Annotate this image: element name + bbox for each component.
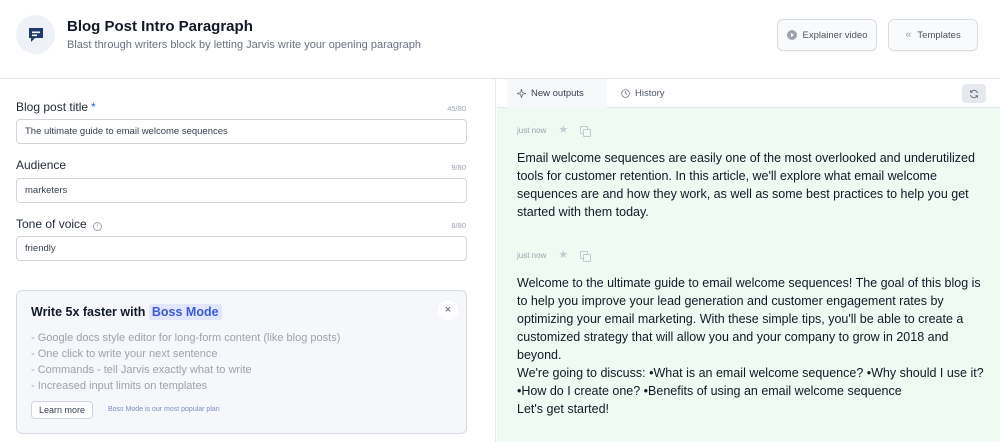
list-item: - One click to write your next sentence — [31, 348, 218, 360]
learn-more-button[interactable]: Learn more — [31, 401, 94, 419]
audience-input[interactable]: marketers — [16, 178, 467, 203]
info-icon[interactable]: i — [92, 222, 102, 231]
play-icon — [786, 30, 797, 40]
star-icon[interactable]: ★ — [558, 125, 568, 136]
explainer-video-button[interactable]: Explainer video — [777, 19, 877, 51]
required-mark: * — [91, 100, 96, 114]
page-subtitle: Blast through writers block by letting J… — [67, 39, 422, 51]
list-item: - Increased input limits on templates — [31, 380, 208, 392]
output-panel: New outputs History just now ★ Email wel… — [497, 79, 1000, 442]
refresh-button[interactable] — [962, 84, 986, 103]
explainer-video-label: Explainer video — [802, 29, 868, 41]
templates-button[interactable]: « Templates — [888, 19, 978, 51]
blog-title-counter: 45/80 — [447, 104, 466, 113]
boss-mode-promo: Write 5x faster with Boss Mode × - Googl… — [16, 290, 467, 434]
blog-title-input[interactable]: The ultimate guide to email welcome sequ… — [16, 119, 467, 144]
output-text: Welcome to the ultimate guide to email w… — [517, 276, 984, 416]
copy-icon[interactable] — [580, 251, 592, 262]
chat-bubble-icon — [16, 15, 55, 54]
blog-title-label: Blog post title * — [16, 100, 96, 114]
tone-label: Tone of voice i — [16, 217, 102, 231]
list-item: - Google docs style editor for long-form… — [31, 332, 341, 344]
boss-mode-highlight: Boss Mode — [148, 304, 222, 320]
output-timestamp: just now — [517, 126, 547, 135]
star-icon[interactable]: ★ — [558, 250, 568, 261]
list-item: - Commands - tell Jarvis exactly what to… — [31, 364, 252, 376]
clock-icon — [621, 89, 630, 98]
output-text: Email welcome sequences are easily one o… — [517, 151, 975, 219]
input-panel: Blog post title * 45/80 The ultimate guid… — [0, 79, 496, 442]
output-tabs: New outputs History — [497, 79, 1000, 108]
tone-input[interactable]: friendly — [16, 236, 467, 261]
templates-label: Templates — [917, 29, 961, 41]
boss-mode-note: Boss Mode is our most popular plan — [108, 406, 220, 413]
boss-mode-features: - Google docs style editor for long-form… — [31, 330, 340, 394]
chevrons-left-icon: « — [905, 28, 912, 41]
page-header: Blog Post Intro Paragraph Blast through … — [0, 0, 1000, 79]
tab-new-outputs[interactable]: New outputs — [507, 79, 607, 108]
audience-label: Audience — [16, 158, 67, 172]
tab-new-outputs-label: New outputs — [531, 88, 584, 99]
sparkle-icon — [517, 89, 526, 98]
tab-history[interactable]: History — [621, 79, 665, 108]
audience-counter: 9/80 — [451, 163, 466, 172]
close-icon[interactable]: × — [438, 300, 458, 320]
output-meta: just now ★ — [517, 250, 592, 262]
page-title: Blog Post Intro Paragraph — [67, 18, 253, 35]
boss-mode-title: Write 5x faster with Boss Mode — [31, 304, 222, 320]
output-meta: just now ★ — [517, 125, 592, 137]
tone-counter: 8/80 — [451, 221, 466, 230]
tab-history-label: History — [635, 88, 665, 99]
refresh-icon — [970, 89, 978, 98]
output-timestamp: just now — [517, 251, 547, 260]
copy-icon[interactable] — [580, 126, 592, 137]
